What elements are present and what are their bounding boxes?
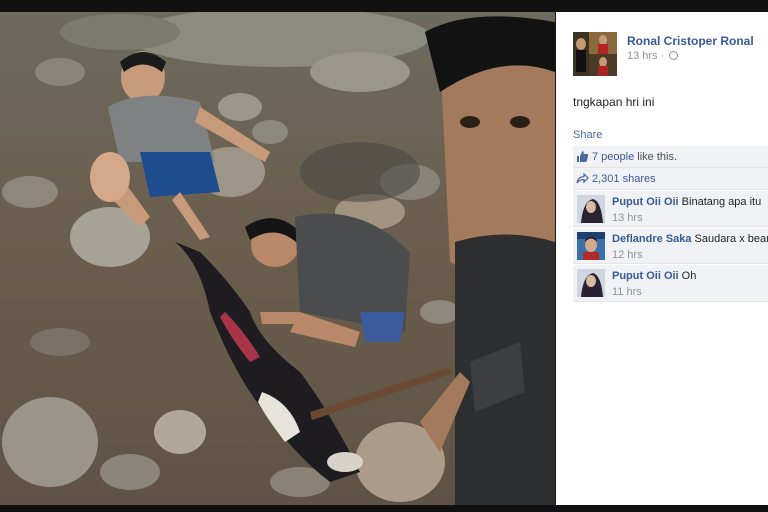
author-avatar[interactable] bbox=[573, 32, 617, 76]
comment-text: Oh bbox=[681, 270, 697, 282]
share-button[interactable]: Share bbox=[573, 129, 602, 141]
comment-text: Saudara x bean bbox=[694, 233, 768, 245]
comment-item: Deflandre Saka Saudara x bean 12 hrs bbox=[573, 228, 768, 264]
comment-author[interactable]: Deflandre Saka bbox=[612, 233, 691, 245]
comment-author[interactable]: Puput Oii Oii bbox=[612, 196, 679, 208]
author-name[interactable]: Ronal Cristoper Ronal bbox=[627, 34, 754, 48]
likes-suffix: like this. bbox=[634, 151, 678, 163]
like-icon bbox=[577, 151, 589, 162]
commenter-avatar[interactable] bbox=[577, 232, 605, 260]
bottom-bar bbox=[0, 505, 768, 512]
likes-row: 7 people like this. bbox=[573, 146, 768, 168]
shares-row: 2,301 shares bbox=[573, 168, 768, 190]
commenter-avatar[interactable] bbox=[577, 195, 605, 223]
top-bar bbox=[0, 0, 768, 12]
post-side-panel: Ronal Cristoper Ronal 13 hrs · tngkapan … bbox=[556, 12, 768, 505]
post-photo[interactable] bbox=[0, 12, 555, 505]
comment-time[interactable]: 13 hrs bbox=[612, 212, 643, 224]
comment-item: Puput Oii Oii Oh 11 hrs bbox=[573, 265, 768, 302]
post-text: tngkapan hri ini bbox=[573, 95, 655, 109]
post-meta: 13 hrs · bbox=[627, 50, 679, 62]
comment-time[interactable]: 11 hrs bbox=[612, 286, 642, 298]
photo-image bbox=[0, 12, 555, 505]
post-time[interactable]: 13 hrs bbox=[627, 50, 658, 62]
comment-item: Puput Oii Oii Binatang apa itu 13 hrs bbox=[573, 191, 768, 227]
likes-count-link[interactable]: 7 people bbox=[592, 151, 634, 163]
comment-author[interactable]: Puput Oii Oii bbox=[612, 270, 679, 282]
share-arrow-icon bbox=[576, 172, 589, 184]
comment-time[interactable]: 12 hrs bbox=[612, 249, 643, 261]
shares-count-link[interactable]: 2,301 shares bbox=[592, 173, 656, 185]
commenter-avatar[interactable] bbox=[577, 269, 605, 297]
globe-icon bbox=[669, 51, 679, 60]
comment-text: Binatang apa itu bbox=[681, 196, 762, 208]
